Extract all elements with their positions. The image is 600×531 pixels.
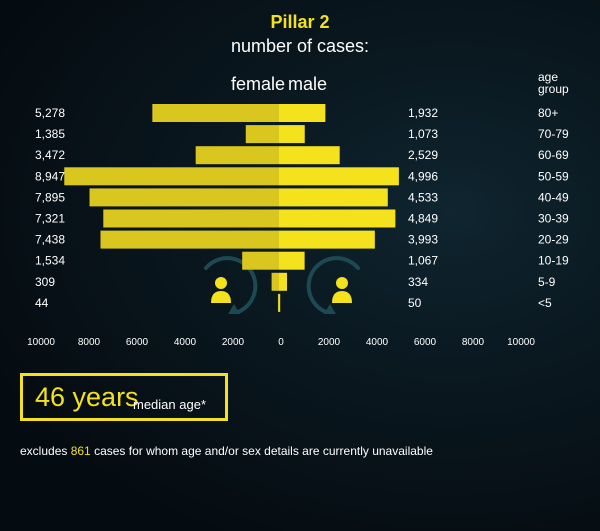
male-value-label: 1,073 [408, 127, 438, 141]
x-tick-label: 8000 [78, 337, 101, 348]
female-bar-5-9 [271, 272, 279, 291]
male-value-label: 2,529 [408, 148, 438, 162]
male-bar-50-59 [279, 167, 399, 186]
male-bar-80+ [279, 104, 326, 122]
female-bar-70-79 [245, 125, 279, 144]
x-tick-label: 2000 [318, 337, 341, 348]
male-value-label: 4,996 [408, 169, 438, 183]
female-value-label: 8,947 [35, 169, 65, 183]
male-bar-70-79 [279, 125, 305, 144]
male-bar-60-69 [279, 146, 340, 165]
x-tick-label: 2000 [222, 337, 245, 348]
female-bar-40-49 [89, 188, 280, 207]
x-tick-label: 6000 [414, 337, 437, 348]
age-group-label: 40-49 [538, 190, 569, 204]
x-tick-label: 0 [278, 337, 284, 348]
x-tick-label: 4000 [366, 337, 389, 348]
male-value-label: 334 [408, 275, 428, 289]
female-bar-80+ [152, 104, 279, 122]
male-value-label: 3,993 [408, 233, 438, 247]
male-bar-10-19 [279, 251, 305, 270]
male-value-label: 1,932 [408, 106, 438, 120]
female-value-label: 1,534 [35, 254, 65, 268]
female-bar-<5 [277, 293, 279, 312]
age-group-label: 30-39 [538, 212, 569, 226]
footnote-count: 861 [70, 444, 91, 458]
female-value-label: 309 [35, 275, 55, 289]
x-tick-label: 4000 [174, 337, 197, 348]
female-value-label: 1,385 [35, 127, 65, 141]
age-group-label: 10-19 [538, 254, 569, 268]
age-group-label: <5 [538, 296, 552, 310]
male-bar-<5 [279, 293, 281, 312]
female-value-label: 44 [35, 296, 49, 310]
female-bar-50-59 [64, 167, 279, 186]
female-bar-20-29 [100, 230, 279, 249]
age-group-label: 60-69 [538, 148, 569, 162]
age-group-label: 5-9 [538, 275, 556, 289]
male-person-icon [306, 256, 360, 314]
male-value-label: 4,533 [408, 190, 438, 204]
female-value-label: 7,895 [35, 190, 65, 204]
male-bar-20-29 [279, 230, 375, 249]
footnote-suffix: cases for whom age and/or sex details ar… [90, 444, 433, 458]
x-axis-ticks: 10000 8000 6000 4000 2000 0 2000 4000 6000 8000 10… [27, 337, 535, 348]
age-group-label: 20-29 [538, 233, 569, 247]
age-group-label: 70-79 [538, 127, 569, 141]
x-tick-label: 10000 [507, 337, 535, 348]
median-age-label: median age* [133, 397, 206, 412]
male-value-label: 4,849 [408, 212, 438, 226]
footnote-prefix: excludes [20, 444, 71, 458]
female-value-label: 3,472 [35, 148, 65, 162]
x-tick-label: 8000 [462, 337, 485, 348]
female-bar-60-69 [195, 146, 279, 165]
x-tick-label: 10000 [27, 337, 55, 348]
footnote: excludes 861 cases for whom age and/or s… [20, 444, 433, 458]
female-value-label: 5,278 [35, 106, 65, 120]
male-bar-40-49 [279, 188, 388, 207]
median-age-value: 46 years [35, 382, 139, 412]
male-bar-30-39 [279, 209, 396, 228]
female-value-label: 7,438 [35, 233, 65, 247]
age-group-label: 80+ [538, 106, 558, 120]
male-value-label: 50 [408, 296, 422, 310]
female-bar-10-19 [242, 251, 279, 270]
population-pyramid-chart: 5,278 1,932 80+ 1,385 1,073 70-79 3,472 2,529 60… [27, 104, 569, 348]
x-tick-label: 6000 [126, 337, 149, 348]
male-bar-5-9 [279, 272, 288, 291]
female-value-label: 7,321 [35, 212, 65, 226]
female-bar-30-39 [103, 209, 280, 228]
age-group-label: 50-59 [538, 169, 569, 183]
male-value-label: 1,067 [408, 254, 438, 268]
bar-layer [64, 104, 399, 312]
median-age-box: 46 years median age* [20, 373, 228, 421]
